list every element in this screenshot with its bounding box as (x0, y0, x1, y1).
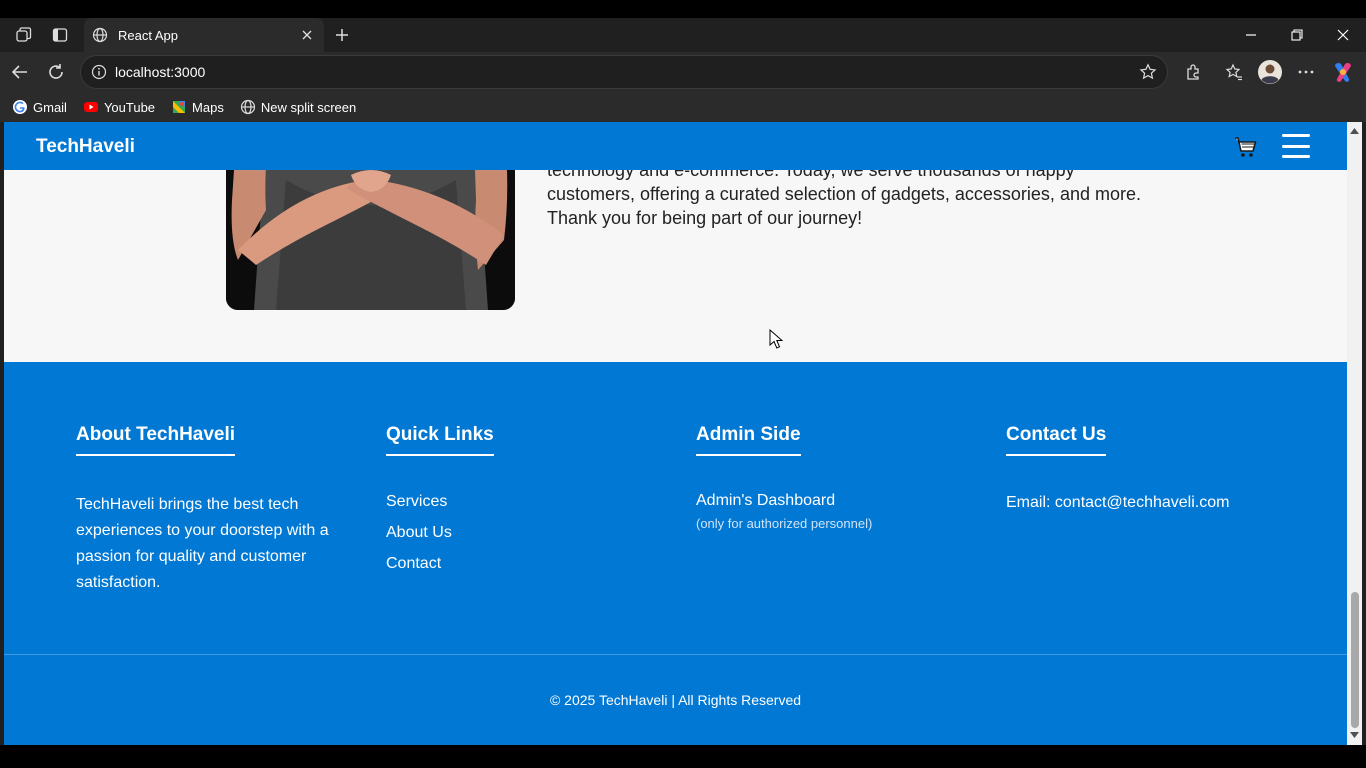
favorites-icon[interactable] (1222, 60, 1246, 84)
vertical-tabs-icon[interactable] (49, 24, 71, 46)
bookmark-new-split-screen[interactable]: New split screen (240, 99, 356, 115)
copyright-text: © 2025 TechHaveli | All Rights Reserved (549, 692, 802, 708)
page-viewport: TechHaveli technology and e-commerce. To… (4, 122, 1347, 745)
window-border-right (1362, 122, 1366, 745)
scroll-up-arrow-icon[interactable] (1350, 126, 1359, 135)
bookmark-label: Maps (192, 99, 224, 115)
globe-icon (92, 27, 108, 43)
google-icon (12, 99, 28, 115)
screen-top-edge (0, 0, 1366, 18)
cart-icon[interactable] (1234, 136, 1258, 158)
page-scrollbar[interactable] (1347, 122, 1362, 745)
address-bar[interactable]: localhost:3000 (80, 55, 1168, 89)
youtube-icon (83, 99, 99, 115)
url-text: localhost:3000 (115, 64, 206, 80)
site-navbar: TechHaveli (4, 122, 1347, 170)
browser-tab-bar: React App (0, 18, 1366, 52)
tab-title: React App (118, 27, 178, 43)
more-options-icon[interactable] (1294, 60, 1318, 84)
admin-dashboard-link[interactable]: Admin's Dashboard (696, 492, 872, 510)
footer-admin-column: Admin Side Admin's Dashboard (only for a… (696, 424, 872, 531)
close-tab-icon[interactable] (298, 26, 316, 44)
minimize-icon[interactable] (1239, 24, 1263, 46)
active-tab[interactable]: React App (84, 18, 324, 52)
favorite-star-icon[interactable] (1137, 61, 1159, 83)
bookmark-youtube[interactable]: YouTube (83, 99, 155, 115)
bookmark-maps[interactable]: Maps (171, 99, 224, 115)
globe-icon (240, 99, 256, 115)
copilot-icon[interactable] (1331, 60, 1355, 84)
new-tab-icon[interactable] (330, 24, 354, 46)
about-section: technology and e-commerce. Today, we ser… (4, 140, 1347, 362)
site-footer: About TechHaveli TechHaveli brings the b… (4, 362, 1347, 745)
bookmark-label: YouTube (103, 99, 156, 115)
scrollbar-thumb[interactable] (1351, 592, 1359, 728)
browser-toolbar: localhost:3000 (0, 52, 1366, 92)
footer-heading: About TechHaveli (76, 424, 236, 456)
profile-avatar[interactable] (1258, 60, 1282, 84)
footer-link-contact[interactable]: Contact (386, 554, 494, 574)
footer-about-text: TechHaveli brings the best tech experien… (76, 496, 329, 591)
brand-logo[interactable]: TechHaveli (36, 136, 135, 158)
footer-about-column: About TechHaveli TechHaveli brings the b… (76, 424, 344, 596)
footer-heading: Contact Us (1006, 424, 1107, 456)
footer-divider (4, 654, 1347, 655)
mouse-cursor-icon (769, 329, 783, 349)
close-window-icon[interactable] (1331, 24, 1355, 46)
screen-bottom-edge (0, 745, 1366, 768)
footer-link-about-us[interactable]: About Us (386, 523, 494, 543)
bookmarks-bar: Gmail YouTube Maps New split screen (0, 92, 1366, 122)
bookmark-label: Gmail (33, 99, 67, 115)
footer-heading: Quick Links (386, 424, 494, 456)
bookmark-gmail[interactable]: Gmail (12, 99, 67, 115)
footer-contact-column: Contact Us Email: contact@techhaveli.com (1006, 424, 1229, 512)
footer-quick-links-column: Quick Links Services About Us Contact (386, 424, 494, 585)
restore-icon[interactable] (1285, 24, 1309, 46)
about-text-line: customers, offering a curated selection … (547, 184, 1141, 204)
back-icon[interactable] (8, 60, 32, 84)
contact-email[interactable]: Email: contact@techhaveli.com (1006, 494, 1229, 512)
workspaces-icon[interactable] (13, 24, 35, 46)
site-info-icon[interactable] (91, 64, 107, 80)
scroll-down-arrow-icon[interactable] (1350, 730, 1359, 739)
extensions-icon[interactable] (1181, 60, 1205, 84)
refresh-icon[interactable] (44, 60, 68, 84)
maps-icon (171, 99, 187, 115)
admin-note: (only for authorized personnel) (696, 516, 873, 531)
hamburger-menu-icon[interactable] (1282, 134, 1310, 158)
footer-heading: Admin Side (696, 424, 801, 456)
about-text-line: Thank you for being part of our journey! (547, 208, 863, 228)
bookmark-label: New split screen (260, 99, 357, 115)
footer-link-services[interactable]: Services (386, 492, 494, 512)
